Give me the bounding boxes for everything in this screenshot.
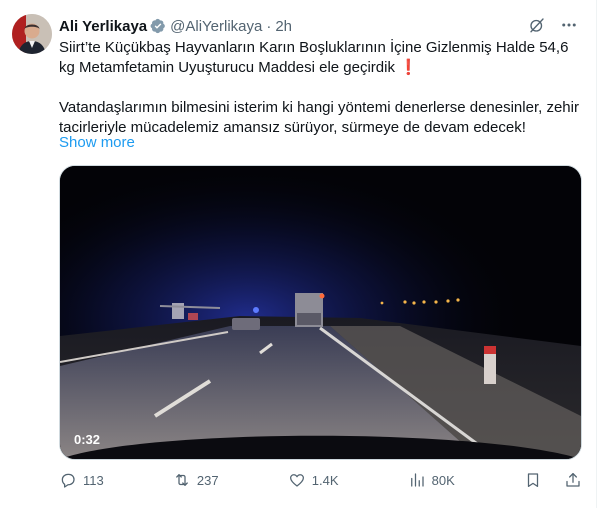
reply-count: 113 bbox=[83, 472, 104, 488]
show-more-link[interactable]: Show more bbox=[59, 134, 135, 151]
bookmark-button[interactable] bbox=[524, 471, 542, 489]
more-icon[interactable] bbox=[560, 16, 578, 34]
header-actions bbox=[528, 16, 578, 34]
grok-icon[interactable] bbox=[528, 16, 546, 34]
reply-icon bbox=[61, 473, 75, 488]
action-bar: 113 237 1.4K 80K bbox=[59, 468, 582, 492]
author-handle[interactable]: @AliYerlikaya bbox=[170, 18, 262, 35]
post-text: Siirt’te Küçükbaş Hayvanların Karın Boşl… bbox=[59, 38, 579, 138]
share-button[interactable] bbox=[564, 471, 582, 489]
views-count: 80K bbox=[431, 472, 455, 488]
like-count: 1.4K bbox=[311, 472, 339, 488]
post-header: Ali Yerlikaya @AliYerlikaya · 2h bbox=[59, 16, 292, 36]
repost-button[interactable]: 237 bbox=[173, 471, 219, 489]
share-icon bbox=[566, 472, 580, 487]
header-separator: · bbox=[266, 17, 272, 35]
reply-button[interactable]: 113 bbox=[59, 471, 104, 489]
verified-badge-icon bbox=[150, 18, 165, 34]
repost-icon bbox=[176, 474, 188, 486]
post-text-paragraph-1: Siirt’te Küçükbaş Hayvanların Karın Boşl… bbox=[59, 39, 569, 76]
like-icon bbox=[289, 474, 304, 487]
post-card[interactable]: Ali Yerlikaya @AliYerlikaya · 2h Siirt’t… bbox=[0, 0, 597, 508]
bookmark-icon bbox=[527, 473, 539, 488]
video-duration: 0:32 bbox=[74, 432, 101, 447]
secondary-actions bbox=[524, 471, 582, 489]
avatar[interactable] bbox=[12, 14, 52, 54]
exclamation-emoji: ❗ bbox=[399, 59, 418, 76]
views-icon bbox=[410, 473, 424, 487]
like-button[interactable]: 1.4K bbox=[288, 471, 339, 489]
video-thumbnail bbox=[60, 166, 581, 459]
video-player[interactable]: 0:32 bbox=[59, 165, 582, 460]
post-text-paragraph-2: Vatandaşlarımın bilmesini isterim ki han… bbox=[59, 99, 579, 136]
repost-count: 237 bbox=[196, 472, 219, 488]
views-button[interactable]: 80K bbox=[408, 471, 455, 489]
post-time[interactable]: 2h bbox=[275, 18, 292, 35]
author-name[interactable]: Ali Yerlikaya bbox=[59, 18, 147, 35]
